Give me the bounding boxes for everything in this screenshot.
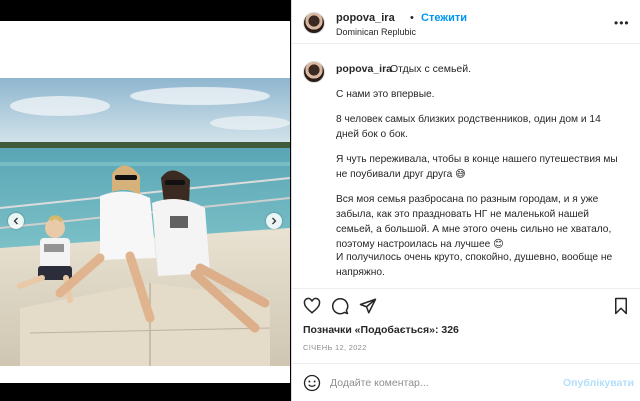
more-options-icon[interactable]: ••• — [614, 16, 630, 30]
post-photo[interactable] — [0, 78, 290, 366]
emoji-icon[interactable] — [303, 374, 321, 392]
post-header: popova_ira • Стежити Dominican Replubic … — [292, 0, 640, 44]
post-sidebar: popova_ira • Стежити Dominican Replubic … — [291, 0, 640, 401]
caption-avatar[interactable] — [303, 61, 325, 83]
caption-paragraph: И получилось очень круто, спокойно, душе… — [336, 252, 613, 278]
follow-button[interactable]: Стежити — [421, 12, 467, 24]
comment-icon[interactable] — [331, 297, 349, 315]
separator-dot: • — [410, 12, 414, 24]
comment-bar: Опублікувати — [292, 363, 640, 401]
caption-paragraph: 8 человек самых близких родственников, о… — [336, 114, 601, 140]
media-area — [0, 0, 290, 401]
likes-count[interactable]: Позначки «Подобається»: 326 — [303, 324, 459, 336]
caption-username[interactable]: popova_ira — [336, 63, 392, 75]
chevron-right-icon — [272, 217, 277, 225]
next-photo-button[interactable] — [266, 213, 282, 229]
comment-input[interactable] — [330, 373, 550, 393]
avatar[interactable] — [303, 12, 325, 34]
chevron-left-icon — [13, 217, 18, 225]
share-icon[interactable] — [359, 297, 377, 315]
location-link[interactable]: Dominican Replubic — [336, 27, 416, 37]
bookmark-icon[interactable] — [612, 297, 630, 315]
caption-paragraph: Вся моя семья разбросана по разным город… — [336, 194, 612, 250]
photo-frame — [0, 21, 290, 383]
caption-paragraph: С нами это впервые. — [336, 89, 435, 100]
caption: popova_ira Отдых с семьей. С нами это вп… — [292, 52, 640, 284]
caption-paragraph: Я чуть переживала, чтобы в конце нашего … — [336, 154, 618, 180]
instagram-post: popova_ira • Стежити Dominican Replubic … — [0, 0, 640, 401]
post-date: СІЧЕНЬ 12, 2022 — [303, 343, 367, 352]
heart-icon[interactable] — [303, 297, 321, 315]
previous-photo-button[interactable] — [8, 213, 24, 229]
action-bar — [292, 288, 640, 324]
caption-paragraph: Отдых с семьей. — [390, 63, 472, 75]
publish-button[interactable]: Опублікувати — [563, 377, 634, 389]
header-username[interactable]: popova_ira — [336, 12, 395, 24]
